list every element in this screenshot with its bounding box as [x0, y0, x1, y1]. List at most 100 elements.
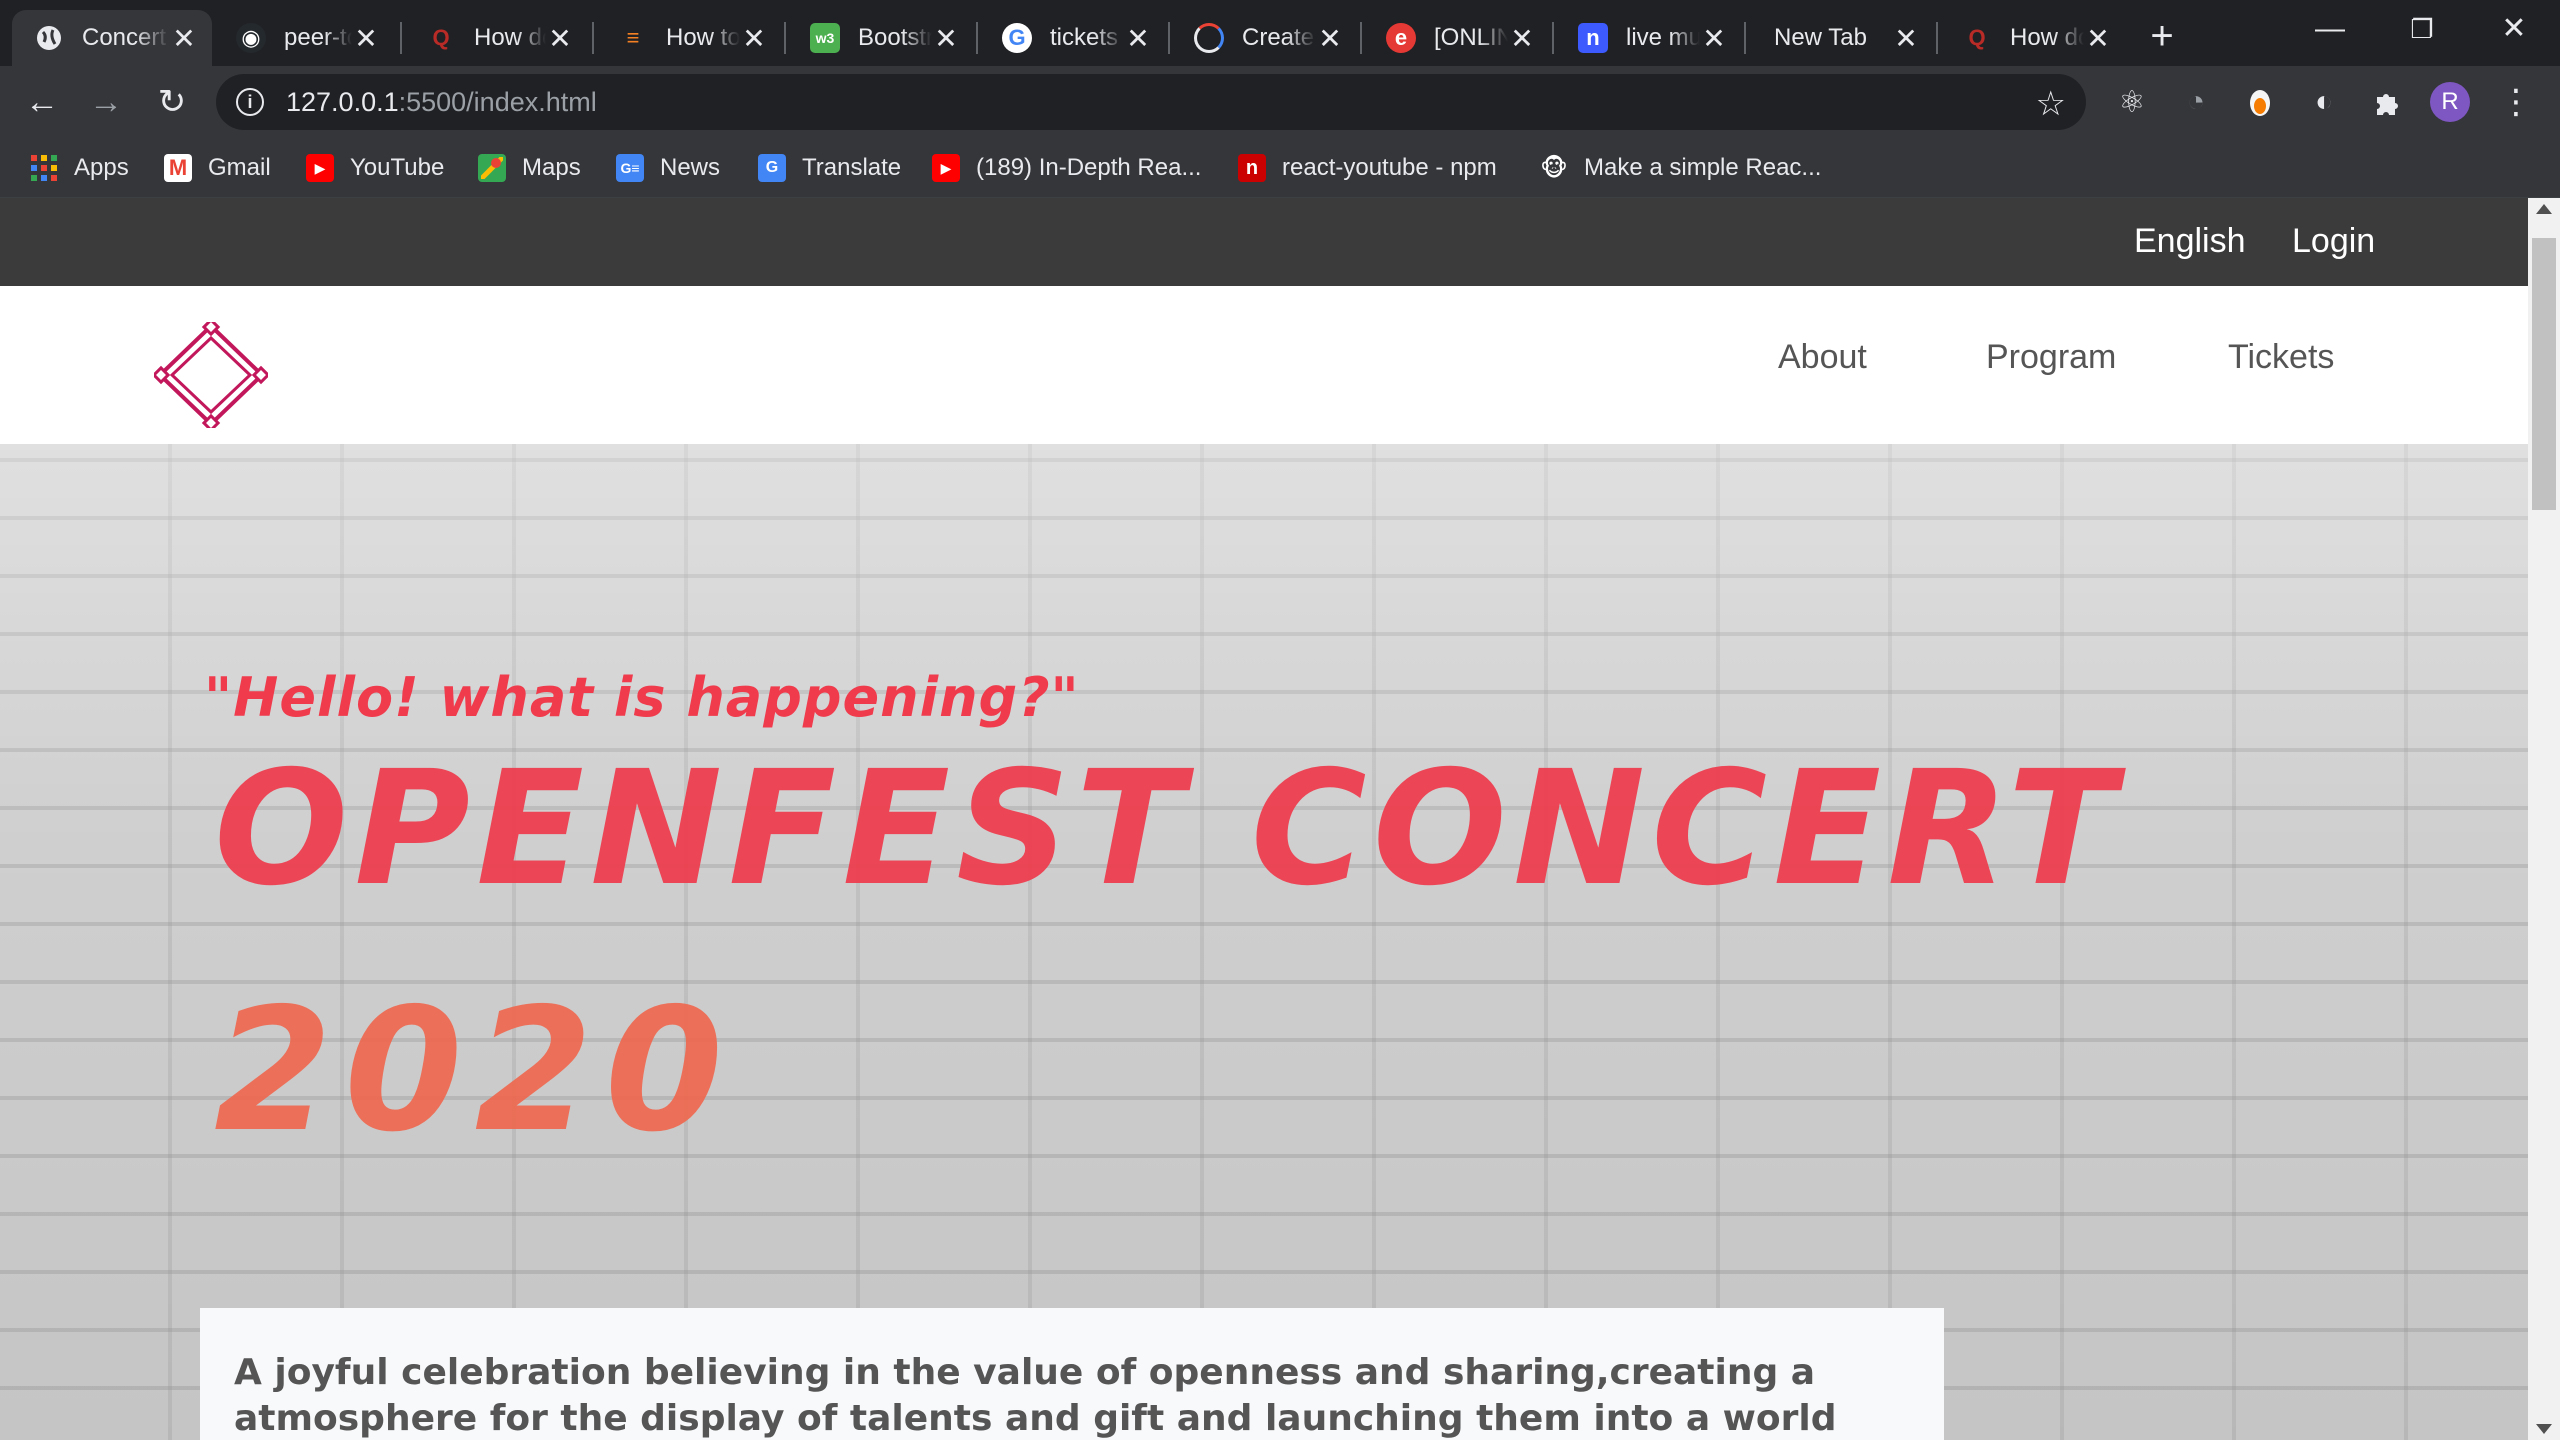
hero-section: "Hello! what is happening?" OPENFEST CON… — [0, 444, 2528, 1440]
bookmark-label: Gmail — [208, 154, 271, 181]
scrollbar-thumb[interactable] — [2532, 238, 2556, 510]
tab-separator — [1552, 22, 1554, 54]
hero-year: 2020 — [214, 972, 736, 1170]
menu-kebab-icon[interactable]: ⋮ — [2494, 80, 2538, 124]
close-tab-icon[interactable]: ✕ — [2084, 22, 2112, 55]
tab-title: Create — [1242, 24, 1315, 51]
bookmark-translate[interactable]: G Translate — [758, 150, 901, 186]
page-topbar: English Login — [0, 198, 2528, 286]
bookmark-youtube[interactable]: ▶ YouTube — [306, 150, 444, 186]
tab-concert[interactable]: Concert ✕ — [12, 10, 212, 66]
hero-headline: OPENFEST CONCERT — [214, 737, 2122, 921]
news-icon: G≡ — [616, 154, 644, 182]
scroll-down-arrow-icon[interactable] — [2536, 1424, 2552, 1434]
close-tab-icon[interactable]: ✕ — [1508, 22, 1536, 55]
bookmark-label: News — [660, 154, 721, 181]
nav-program[interactable]: Program — [1986, 338, 2116, 377]
bookmark-label: (189) In-Depth Rea... — [976, 154, 1202, 181]
site-info-icon[interactable]: i — [236, 88, 264, 116]
bookmark-maps[interactable]: Maps — [478, 150, 581, 186]
page-viewport: English Login About Program Tickets "Hel — [0, 198, 2528, 1440]
back-icon[interactable]: ← — [16, 76, 68, 128]
gmail-icon: M — [164, 154, 192, 182]
extension-c-icon[interactable]: ◔ — [2174, 80, 2218, 124]
hero-description: A joyful celebration believing in the va… — [234, 1352, 1837, 1439]
tab-title: Concert — [82, 24, 167, 51]
tab-quora-2[interactable]: Q How do ✕ — [1940, 10, 2126, 66]
close-tab-icon[interactable]: ✕ — [1316, 22, 1344, 55]
scroll-up-arrow-icon[interactable] — [2536, 204, 2552, 214]
maps-icon — [478, 154, 506, 182]
bookmark-news[interactable]: G≡ News — [616, 150, 720, 186]
tab-separator — [784, 22, 786, 54]
tab-separator — [1936, 22, 1938, 54]
globe-icon — [34, 23, 64, 53]
github-icon: ◉ — [236, 23, 266, 53]
tab-separator — [400, 22, 402, 54]
tab-new-tab[interactable]: New Tab ✕ — [1748, 10, 1934, 66]
tab-separator — [976, 22, 978, 54]
bookmark-label: Maps — [522, 154, 581, 181]
close-tab-icon[interactable]: ✕ — [932, 22, 960, 55]
bookmark-in-depth[interactable]: ▶ (189) In-Depth Rea... — [932, 150, 1201, 186]
site-logo[interactable] — [151, 317, 271, 433]
nav-tickets[interactable]: Tickets — [2228, 338, 2334, 377]
tab-online[interactable]: e [ONLINE ✕ — [1364, 10, 1550, 66]
youtube-icon: ▶ — [306, 154, 334, 182]
login-link[interactable]: Login — [2292, 222, 2375, 261]
tab-separator — [1168, 22, 1170, 54]
tab-create[interactable]: Create ✕ — [1172, 10, 1358, 66]
translate-icon: G — [758, 154, 786, 182]
tab-title: live music — [1626, 24, 1700, 51]
tab-title: New Tab — [1774, 24, 1867, 51]
tab-separator — [592, 22, 594, 54]
bookmark-react-youtube[interactable]: n react-youtube - npm — [1238, 150, 1497, 186]
nav-about[interactable]: About — [1778, 338, 1867, 377]
close-window-icon[interactable]: ✕ — [2468, 0, 2560, 58]
e-icon: e — [1386, 23, 1416, 53]
close-tab-icon[interactable]: ✕ — [1892, 22, 1920, 55]
profile-avatar[interactable]: R — [2430, 82, 2470, 122]
tab-google[interactable]: G tickets ✕ — [980, 10, 1166, 66]
tab-title: Bootstrap — [858, 24, 932, 51]
address-bar[interactable]: i 127.0.0.1:5500/index.html ☆ — [216, 74, 2086, 130]
close-tab-icon[interactable]: ✕ — [740, 22, 768, 55]
page-scrollbar[interactable] — [2528, 198, 2560, 1440]
tab-quora-1[interactable]: Q How do ✕ — [404, 10, 588, 66]
bookmark-simple-react[interactable]: 🐵 Make a simple Reac... — [1540, 150, 1821, 186]
n-icon: n — [1578, 23, 1608, 53]
extension-orange-icon[interactable] — [2238, 80, 2282, 124]
tab-title: How do — [2010, 24, 2084, 51]
tab-title: tickets — [1050, 24, 1119, 51]
restore-icon[interactable]: ❐ — [2376, 0, 2468, 58]
close-tab-icon[interactable]: ✕ — [1700, 22, 1728, 55]
close-tab-icon[interactable]: ✕ — [170, 22, 198, 55]
bookmark-label: Make a simple Reac... — [1584, 154, 1822, 181]
apps-grid-icon — [30, 154, 58, 182]
close-tab-icon[interactable]: ✕ — [352, 22, 380, 55]
new-tab-button[interactable]: + — [2140, 14, 2184, 58]
bookmark-apps[interactable]: Apps — [30, 150, 129, 186]
reload-icon[interactable]: ↻ — [146, 76, 198, 128]
tab-stackoverflow[interactable]: ≡ How to ✕ — [596, 10, 782, 66]
close-tab-icon[interactable]: ✕ — [1124, 22, 1152, 55]
hero-tagline: "Hello! what is happening?" — [204, 666, 1080, 729]
browser-toolbar: ← → ↻ i 127.0.0.1:5500/index.html ☆ ⚛ ◔ … — [0, 66, 2560, 138]
extensions-puzzle-icon[interactable] — [2366, 80, 2410, 124]
close-tab-icon[interactable]: ✕ — [546, 22, 574, 55]
url-text[interactable]: 127.0.0.1:5500/index.html — [286, 87, 597, 118]
bookmark-gmail[interactable]: M Gmail — [164, 150, 271, 186]
forward-icon[interactable]: → — [80, 76, 132, 128]
tab-title: How do — [474, 24, 546, 51]
tab-strip: Concert ✕ ◉ peer-to-peer ✕ Q How do ✕ ≡ … — [0, 0, 2560, 66]
tab-live-music[interactable]: n live music ✕ — [1556, 10, 1742, 66]
tab-github[interactable]: ◉ peer-to-peer ✕ — [214, 10, 394, 66]
minimize-icon[interactable]: — — [2284, 0, 2376, 58]
bookmark-star-icon[interactable]: ☆ — [2036, 84, 2066, 124]
dark-mode-icon[interactable]: ◐ — [2302, 80, 2346, 124]
react-devtools-icon[interactable]: ⚛ — [2110, 80, 2154, 124]
tab-separator — [1360, 22, 1362, 54]
url-path: :5500/index.html — [398, 86, 597, 117]
language-link[interactable]: English — [2134, 222, 2246, 261]
tab-bootstrap[interactable]: w3 Bootstrap ✕ — [788, 10, 974, 66]
